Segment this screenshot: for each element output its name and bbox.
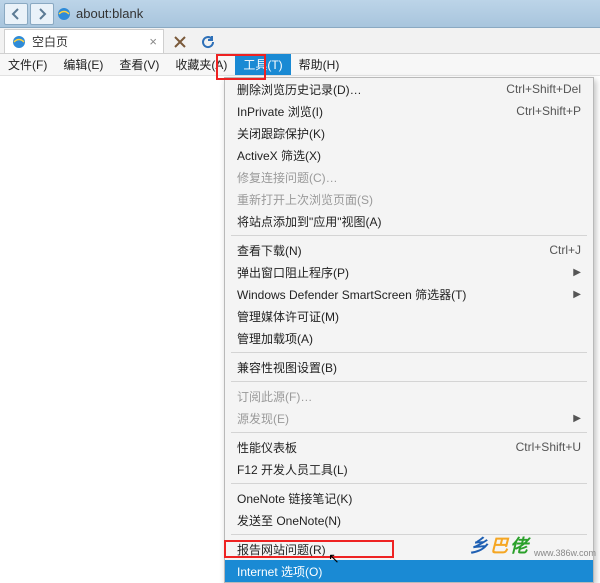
menu-item[interactable]: 查看下载(N)Ctrl+J [225, 239, 593, 261]
menu-item[interactable]: 兼容性视图设置(B) [225, 356, 593, 378]
menu-item-shortcut: Ctrl+Shift+P [506, 104, 581, 118]
menu-favorites[interactable]: 收藏夹(A) [167, 54, 235, 75]
tab-bar: 空白页 × [0, 28, 600, 54]
menu-item-label: 订阅此源(F)… [237, 388, 581, 405]
menu-separator [231, 534, 587, 535]
menu-item-label: OneNote 链接笔记(K) [237, 490, 581, 507]
menu-separator [231, 432, 587, 433]
menu-item: 重新打开上次浏览页面(S) [225, 188, 593, 210]
menu-separator [231, 235, 587, 236]
tab-title: 空白页 [32, 33, 68, 50]
address-bar[interactable]: about:blank [74, 6, 143, 21]
menu-item-label: 删除浏览历史记录(D)… [237, 81, 496, 98]
menu-separator [231, 483, 587, 484]
menu-item-label: ActiveX 筛选(X) [237, 147, 581, 164]
menu-item-shortcut: Ctrl+J [539, 243, 581, 257]
menu-item-label: 源发现(E) [237, 410, 567, 427]
menu-item-label: F12 开发人员工具(L) [237, 461, 581, 478]
menu-item-label: 关闭跟踪保护(K) [237, 125, 581, 142]
chevron-right-icon: ▶ [573, 267, 581, 278]
menu-item-label: 性能仪表板 [237, 439, 506, 456]
menu-item[interactable]: 性能仪表板Ctrl+Shift+U [225, 436, 593, 458]
menu-item-label: Windows Defender SmartScreen 筛选器(T) [237, 286, 567, 303]
menu-item-label: Internet 选项(O) [237, 563, 581, 580]
close-icon[interactable]: × [149, 34, 157, 49]
menu-item-label: 发送至 OneNote(N) [237, 512, 581, 529]
stop-button[interactable] [168, 31, 192, 53]
menu-edit[interactable]: 编辑(E) [55, 54, 111, 75]
menu-item: 修复连接问题(C)… [225, 166, 593, 188]
stop-icon [174, 36, 186, 48]
menu-view[interactable]: 查看(V) [111, 54, 167, 75]
menu-item[interactable]: 删除浏览历史记录(D)…Ctrl+Shift+Del [225, 78, 593, 100]
menu-item-label: 报告网站问题(R) [237, 541, 581, 558]
menu-item[interactable]: 报告网站问题(R) [225, 538, 593, 560]
menu-item: 订阅此源(F)… [225, 385, 593, 407]
menu-item-label: 管理媒体许可证(M) [237, 308, 581, 325]
menu-item[interactable]: 弹出窗口阻止程序(P) ▶ [225, 261, 593, 283]
menu-item-label: 查看下载(N) [237, 242, 539, 259]
forward-icon [36, 8, 48, 20]
tab-blank[interactable]: 空白页 × [4, 29, 164, 53]
menu-item-label: 兼容性视图设置(B) [237, 359, 581, 376]
refresh-icon [201, 35, 215, 49]
tools-dropdown: 删除浏览历史记录(D)…Ctrl+Shift+DelInPrivate 浏览(I… [224, 77, 594, 583]
menu-item[interactable]: InPrivate 浏览(I)Ctrl+Shift+P [225, 100, 593, 122]
back-button[interactable] [4, 3, 28, 25]
menu-item-label: 修复连接问题(C)… [237, 169, 581, 186]
menu-file[interactable]: 文件(F) [0, 54, 55, 75]
menu-help[interactable]: 帮助(H) [291, 54, 348, 75]
menu-item-shortcut: Ctrl+Shift+Del [496, 82, 581, 96]
menu-item[interactable]: OneNote 链接笔记(K) [225, 487, 593, 509]
menu-item[interactable]: 管理媒体许可证(M) [225, 305, 593, 327]
back-icon [10, 8, 22, 20]
menu-tools[interactable]: 工具(T) [235, 54, 290, 75]
menu-item[interactable]: 管理加载项(A) [225, 327, 593, 349]
chevron-right-icon: ▶ [573, 413, 581, 424]
refresh-button[interactable] [196, 31, 220, 53]
menu-item-label: InPrivate 浏览(I) [237, 103, 506, 120]
menu-item-label: 弹出窗口阻止程序(P) [237, 264, 567, 281]
menu-item[interactable]: Windows Defender SmartScreen 筛选器(T) ▶ [225, 283, 593, 305]
menu-item[interactable]: F12 开发人员工具(L) [225, 458, 593, 480]
menu-item-shortcut: Ctrl+Shift+U [506, 440, 581, 454]
ie-icon [56, 6, 72, 22]
menu-item[interactable]: 将站点添加到"应用"视图(A) [225, 210, 593, 232]
titlebar: about:blank [0, 0, 600, 28]
menu-item-label: 将站点添加到"应用"视图(A) [237, 213, 581, 230]
ie-icon [11, 34, 27, 50]
menu-separator [231, 381, 587, 382]
chevron-right-icon: ▶ [573, 289, 581, 300]
menu-separator [231, 352, 587, 353]
menu-item: 源发现(E) ▶ [225, 407, 593, 429]
menu-item-label: 重新打开上次浏览页面(S) [237, 191, 581, 208]
menu-item-label: 管理加载项(A) [237, 330, 581, 347]
menu-item[interactable]: 发送至 OneNote(N) [225, 509, 593, 531]
menu-item[interactable]: Internet 选项(O) [225, 560, 593, 582]
menu-item[interactable]: ActiveX 筛选(X) [225, 144, 593, 166]
menu-bar: 文件(F) 编辑(E) 查看(V) 收藏夹(A) 工具(T) 帮助(H) [0, 54, 600, 76]
forward-button[interactable] [30, 3, 54, 25]
menu-item[interactable]: 关闭跟踪保护(K) [225, 122, 593, 144]
